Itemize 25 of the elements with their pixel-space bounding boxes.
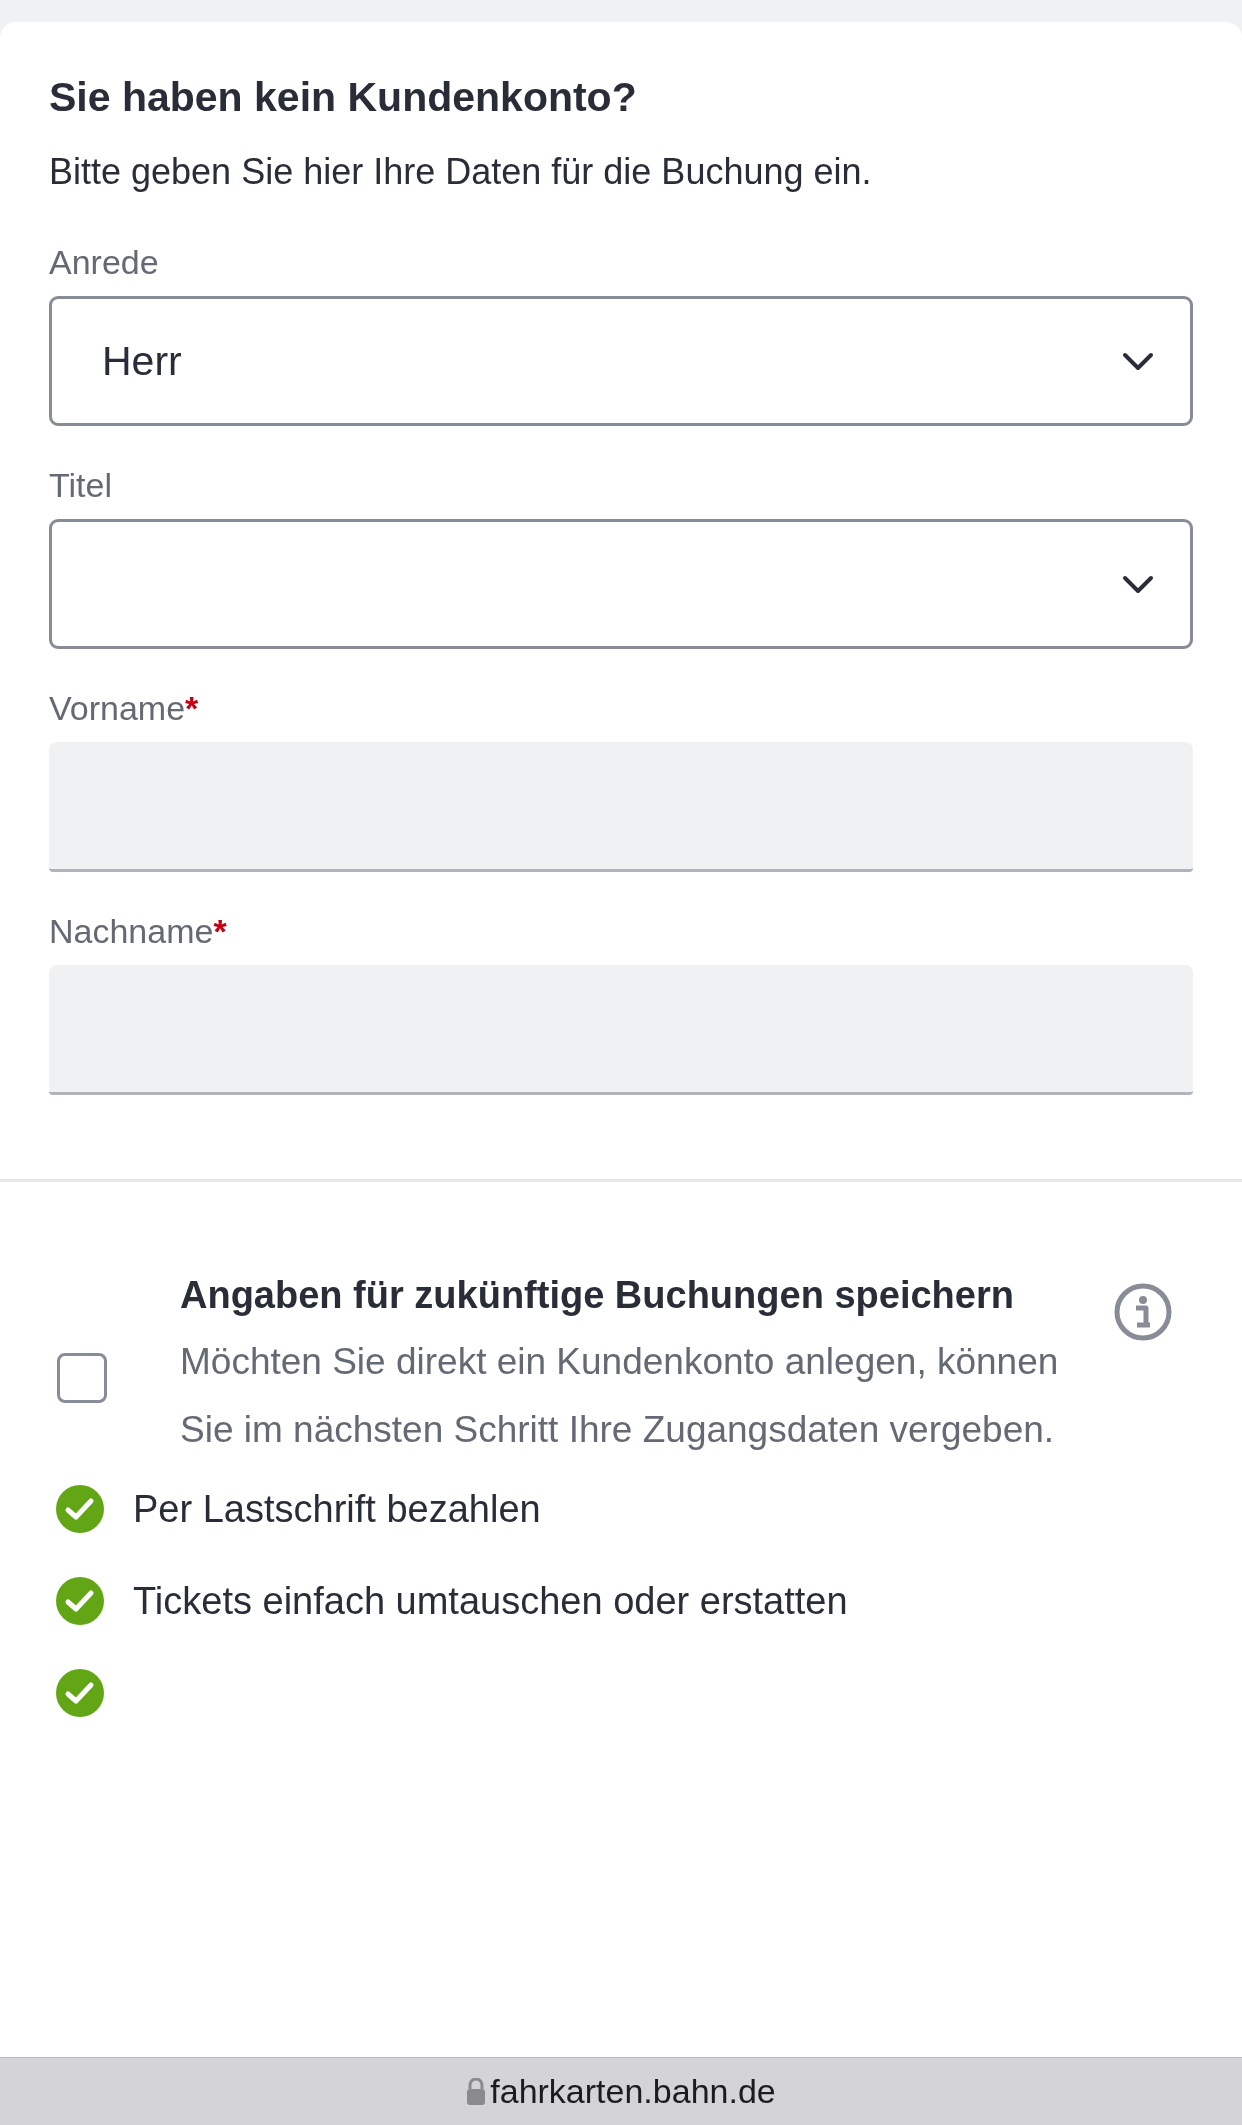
info-icon[interactable] [1113,1282,1173,1342]
intro-text: Bitte geben Sie hier Ihre Daten für die Buchung ein. [49,151,873,193]
input-field[interactable] [49,965,1193,1095]
select-field[interactable]: Herr [49,296,1193,426]
field-label: Nachname [49,912,214,951]
required-mark: * [185,689,199,728]
check-circle-icon [55,1484,105,1534]
section-heading: Sie haben kein Kundenkonto? [49,74,638,121]
option-description: Möchten Sie direkt ein Kundenkonto anlegen, können Sie im nächsten Schritt Ihre Zugangsdaten vergeben. [180,1340,1060,1452]
chevron-down-icon [1122,351,1154,371]
checkbox[interactable] [57,1353,107,1403]
field-label: Vorname [49,689,186,728]
option-title: Angaben für zukünftige Buchungen speichern [180,1273,1015,1318]
benefit-text: Per Lastschrift bezahlen [133,1487,541,1531]
benefit-text: Tickets einfach umtauschen oder erstatten [133,1579,848,1623]
input-field[interactable] [49,742,1193,872]
check-circle-icon [55,1576,105,1626]
required-mark: * [213,912,227,951]
check-circle-icon [55,1668,105,1718]
field-label: Titel [49,466,112,505]
chevron-down-icon [1122,574,1154,594]
field-label: Anrede [49,243,159,282]
lock-icon [466,2077,487,2106]
url-text[interactable]: fahrkarten.bahn.de [490,2072,776,2111]
select-field[interactable] [49,519,1193,649]
